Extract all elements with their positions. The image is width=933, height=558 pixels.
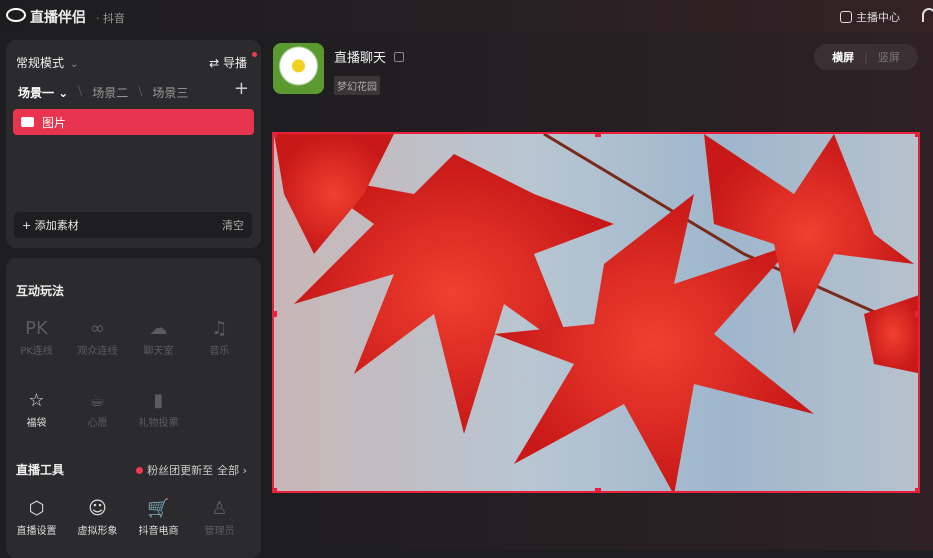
preview-area: 直播聊天 梦幻花园 横屏 | 竖屏 (262, 32, 933, 550)
headset-icon[interactable] (922, 8, 933, 22)
tab-scene-3[interactable]: 场景三 (152, 84, 188, 101)
feature-label: 抖音电商 (138, 526, 179, 537)
add-scene-button[interactable]: + (234, 78, 249, 99)
feature-icon: PK (25, 318, 48, 339)
add-source-bar: + 添加素材 清空 (14, 212, 252, 238)
feature-2[interactable]: 🛒 抖音电商 (128, 496, 189, 537)
fans-notice[interactable]: 粉丝团更新至 全部 › (136, 462, 247, 478)
feature-icon: ☺ (88, 498, 107, 519)
feature-label: 礼物投票 (138, 418, 179, 429)
source-item-label: 图片 (42, 115, 67, 130)
tab-scene-2[interactable]: 场景二 (92, 84, 128, 101)
swap-icon: ⇄ (209, 56, 223, 70)
notification-dot (252, 52, 257, 57)
feature-icon: ⬡ (28, 498, 45, 519)
tools-title: 直播工具 (16, 463, 65, 477)
feature-1[interactable]: ☺ 虚拟形象 (67, 496, 128, 537)
chevron-down-icon: ⌄ (70, 59, 79, 70)
feature-6[interactable]: ▮ 礼物投票 (128, 388, 189, 429)
maple-leaves-image (274, 134, 918, 491)
feature-3[interactable]: ♫ 音乐 (189, 316, 250, 357)
interactive-title: 互动玩法 (16, 284, 65, 298)
scene-tabs: 场景一 ⌄ \ 场景二 \ 场景三 (18, 84, 189, 101)
feature-label: PK连线 (20, 346, 53, 357)
feature-icon: ♫ (211, 318, 228, 339)
tab-scene-1[interactable]: 场景一 ⌄ (18, 84, 68, 101)
feature-icon: ☕ (89, 390, 106, 411)
feature-label: 聊天室 (143, 346, 174, 357)
room-avatar[interactable] (273, 43, 324, 94)
feature-label: 直播设置 (16, 526, 57, 537)
image-icon (21, 117, 34, 127)
feature-1[interactable]: ∞ 观众连线 (67, 316, 128, 357)
feature-label: 虚拟形象 (77, 526, 118, 537)
room-title[interactable]: 直播聊天 (334, 47, 405, 66)
feature-label: 管理员 (204, 526, 235, 537)
edit-icon[interactable] (394, 52, 405, 62)
landscape-option[interactable]: 横屏 (832, 49, 854, 65)
guide-label: 导播 (222, 56, 247, 70)
guide-button[interactable]: ⇄ 导播 (209, 54, 247, 71)
feature-2[interactable]: ☁ 聊天室 (128, 316, 189, 357)
features-panel: 互动玩法 PK PK连线 ∞ 观众连线 ☁ 聊天室 ♫ 音乐 ☆ 福袋 ☕ 心愿 ▮ 礼物投票 直播工具… (6, 258, 261, 558)
platform-label: · 抖音 (96, 12, 125, 25)
title-bar: 直播伴侣 · 抖音 主播中心 (0, 0, 933, 32)
app-title: 直播伴侣 (30, 10, 86, 26)
feature-icon: ☆ (28, 390, 45, 411)
mode-dropdown[interactable]: 常规模式 ⌄ (16, 54, 78, 71)
feature-0[interactable]: PK PK连线 (6, 316, 67, 357)
mode-label: 常规模式 (16, 56, 65, 70)
portrait-option[interactable]: 竖屏 (878, 49, 900, 65)
feature-icon: ∞ (90, 318, 105, 339)
source-item-image[interactable]: 图片 (13, 109, 254, 135)
clear-button[interactable]: 清空 (222, 217, 244, 233)
feature-label: 观众连线 (77, 346, 118, 357)
scene-panel: 常规模式 ⌄ ⇄ 导播 场景一 ⌄ \ 场景二 \ 场景三 + 图片 + 添加素材 清… (6, 40, 261, 248)
feature-icon: 🛒 (147, 498, 170, 519)
feature-0[interactable]: ⬡ 直播设置 (6, 496, 67, 537)
app-logo-icon (6, 8, 26, 22)
feature-4[interactable]: ☆ 福袋 (6, 388, 67, 429)
feature-icon: ♙ (211, 498, 228, 519)
preview-canvas[interactable] (272, 132, 920, 493)
chart-icon (840, 11, 852, 23)
room-tag[interactable]: 梦幻花园 (334, 76, 380, 95)
orientation-toggle[interactable]: 横屏 | 竖屏 (814, 44, 918, 70)
feature-icon: ▮ (153, 390, 164, 411)
anchor-center-button[interactable]: 主播中心 (840, 9, 900, 25)
feature-5[interactable]: ☕ 心愿 (67, 388, 128, 429)
feature-label: 心愿 (87, 418, 108, 429)
feature-icon: ☁ (149, 318, 168, 339)
feature-3[interactable]: ♙ 管理员 (189, 496, 250, 537)
red-dot (136, 466, 144, 474)
feature-label: 音乐 (209, 346, 230, 357)
feature-label: 福袋 (26, 418, 47, 429)
add-source-button[interactable]: + 添加素材 (22, 217, 79, 233)
anchor-center-label: 主播中心 (856, 11, 900, 24)
